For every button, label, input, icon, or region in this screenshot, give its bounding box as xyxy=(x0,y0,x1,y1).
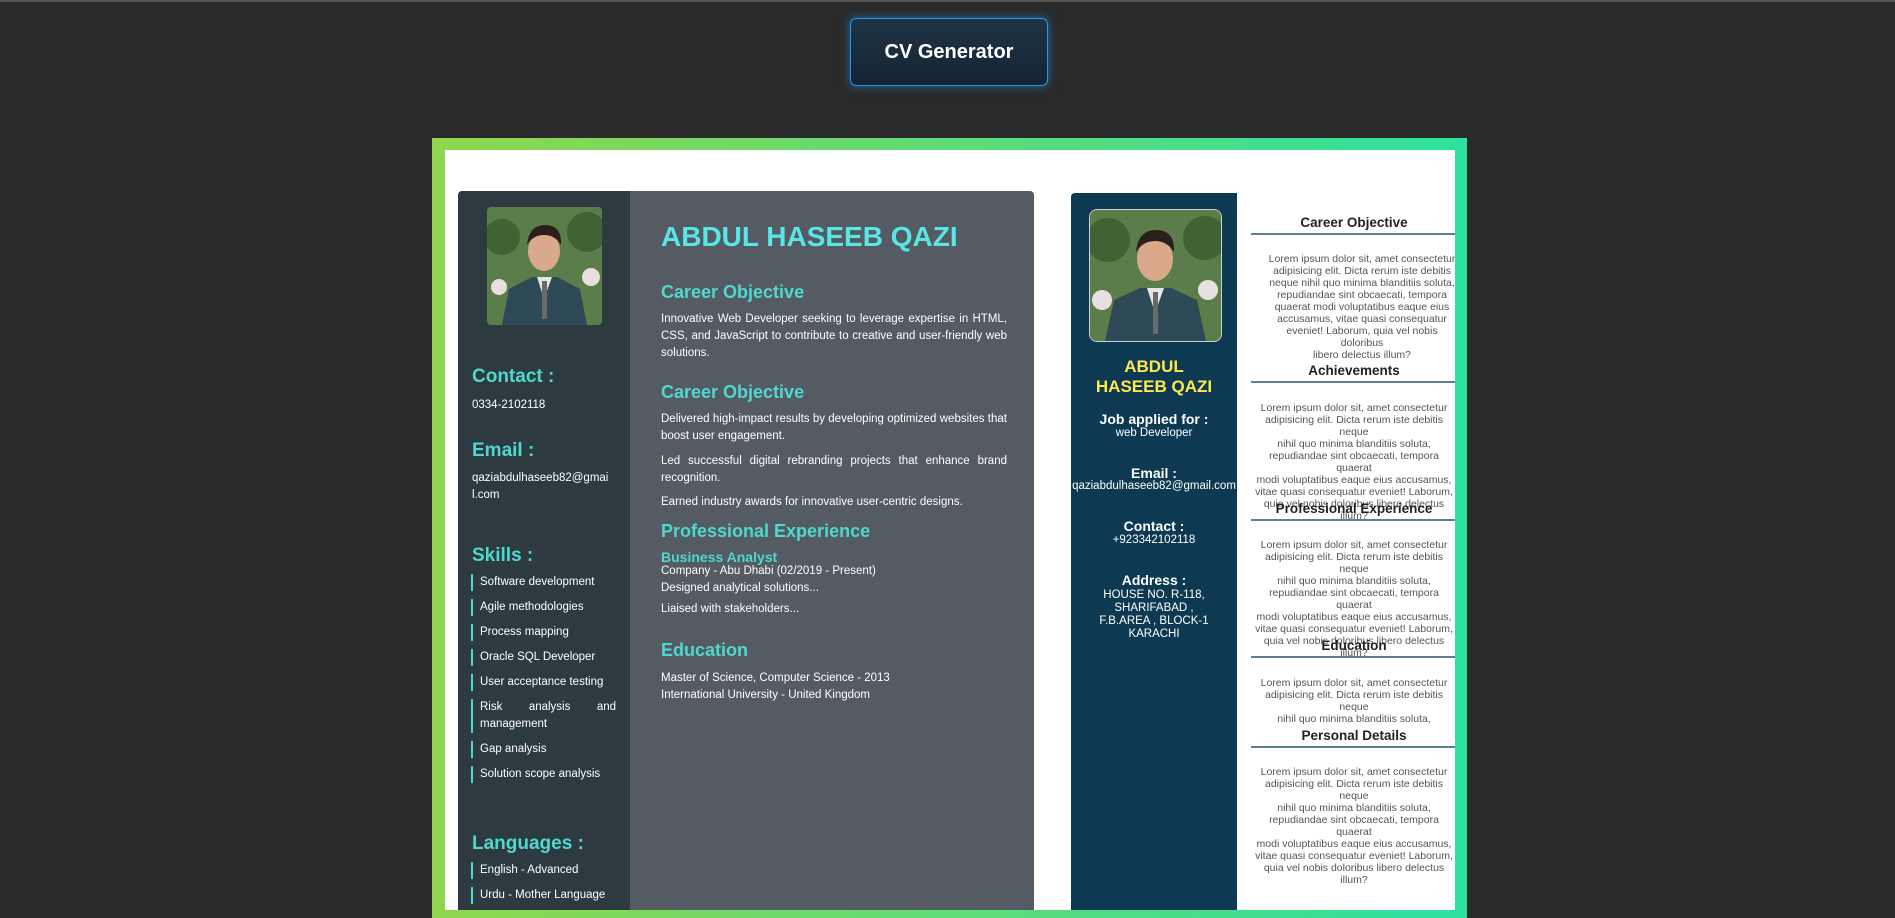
skill-item: User acceptance testing xyxy=(471,674,616,691)
cv1-sidebar: Contact : 0334-2102118 Email : qaziabdul… xyxy=(458,191,630,910)
experience-heading: Professional Experience xyxy=(661,521,871,541)
cv1-name: ABDUL HASEEB QAZI xyxy=(661,221,958,252)
section-divider xyxy=(1251,233,1455,235)
education-degree: Master of Science, Computer Science - 20… xyxy=(661,672,890,684)
section-divider xyxy=(1251,519,1455,521)
skills-heading: Skills : xyxy=(472,545,534,566)
job-applied-value: web Developer xyxy=(1115,427,1193,439)
profile-photo xyxy=(487,207,602,325)
cv2-address-label: Address : xyxy=(1121,572,1187,588)
job-company: Company - Abu Dhabi (02/2019 - Present) xyxy=(661,565,876,577)
address-line: F.B.AREA , BLOCK-1 xyxy=(1099,615,1209,627)
career-objective-text: Innovative Web Developer seeking to leve… xyxy=(661,313,1007,359)
job-duty: Liaised with stakeholders... xyxy=(661,603,800,615)
cv-paper[interactable]: Contact : 0334-2102118 Email : qaziabdul… xyxy=(445,150,1455,910)
skill-item: Risk analysis and management xyxy=(471,699,616,733)
job-applied-label: Job applied for : xyxy=(1099,411,1209,427)
address-line: SHARIFABAD , xyxy=(1114,602,1194,614)
language-item: Urdu - Mother Language xyxy=(471,887,616,904)
cv2-contact-label: Contact : xyxy=(1123,518,1185,534)
languages-heading: Languages : xyxy=(472,833,584,854)
cv2-education-text: Lorem ipsum dolor sit, amet consectetur a… xyxy=(1260,677,1448,725)
cv2-email-label: Email : xyxy=(1131,465,1177,481)
education-heading: Education xyxy=(661,640,749,660)
skills-list: Software development Agile methodologies… xyxy=(471,574,616,791)
email-value: qaziabdulhaseeb82@gmail.com xyxy=(472,472,609,501)
cv2-name: ABDUL HASEEB QAZI xyxy=(1071,357,1237,397)
cv-template-2-sidebar[interactable]: ABDUL HASEEB QAZI Job applied for : web … xyxy=(1071,193,1237,910)
job-duty: Designed analytical solutions... xyxy=(661,582,819,594)
cv1-main: ABDUL HASEEB QAZI Career Objective Innov… xyxy=(630,191,1034,910)
cv2-personal-heading: Personal Details xyxy=(1301,728,1407,743)
skill-item: Process mapping xyxy=(471,624,616,641)
section-divider xyxy=(1251,656,1455,658)
career-objective-heading: Career Objective xyxy=(661,282,805,302)
language-item: English - Advanced xyxy=(471,862,616,879)
education-school: International University - United Kingdo… xyxy=(661,689,871,701)
cv-template-2-main: Career Objective Lorem ipsum dolor sit, … xyxy=(1237,193,1455,910)
top-border xyxy=(0,0,1895,2)
contact-value: 0334-2102118 xyxy=(472,399,546,411)
skill-item: Software development xyxy=(471,574,616,591)
section-divider xyxy=(1251,381,1455,383)
achievement-item: Earned industry awards for innovative us… xyxy=(661,496,963,508)
cv2-career-heading: Career Objective xyxy=(1300,215,1408,230)
address-line: HOUSE NO. R-118, xyxy=(1103,589,1205,601)
cv2-name-line: ABDUL xyxy=(1124,357,1184,376)
achievement-item: Delivered high-impact results by develop… xyxy=(661,413,1007,442)
cv2-contact-value: +923342102118 xyxy=(1112,534,1196,546)
skill-item: Agile methodologies xyxy=(471,599,616,616)
skill-item: Gap analysis xyxy=(471,741,616,758)
address-line: KARACHI xyxy=(1128,628,1180,640)
cv2-experience-heading: Professional Experience xyxy=(1275,501,1433,516)
cv2-achievements-heading: Achievements xyxy=(1308,363,1400,378)
email-heading: Email : xyxy=(472,440,535,461)
cv2-career-text: Lorem ipsum dolor sit, amet consectetur a… xyxy=(1268,253,1455,361)
career-objective-heading-2: Career Objective xyxy=(661,382,805,402)
skill-item: Oracle SQL Developer xyxy=(471,649,616,666)
cv-template-1[interactable]: Contact : 0334-2102118 Email : qaziabdul… xyxy=(458,191,1034,910)
section-divider xyxy=(1251,746,1455,748)
cv-generator-button[interactable]: CV Generator xyxy=(850,18,1048,86)
cv2-email-value: qaziabdulhaseeb82@gmail.com xyxy=(1072,480,1236,492)
skill-item: Solution scope analysis xyxy=(471,766,616,783)
languages-list: English - Advanced Urdu - Mother Languag… xyxy=(471,862,616,910)
cv2-name-line: HASEEB QAZI xyxy=(1095,377,1213,396)
cv2-education-heading: Education xyxy=(1321,638,1387,653)
job-title: Business Analyst xyxy=(661,549,778,565)
profile-photo-2 xyxy=(1089,209,1222,342)
contact-heading: Contact : xyxy=(472,366,555,387)
achievement-item: Led successful digital rebranding projec… xyxy=(661,455,1007,484)
cv2-personal-text: Lorem ipsum dolor sit, amet consectetur a… xyxy=(1255,766,1453,886)
